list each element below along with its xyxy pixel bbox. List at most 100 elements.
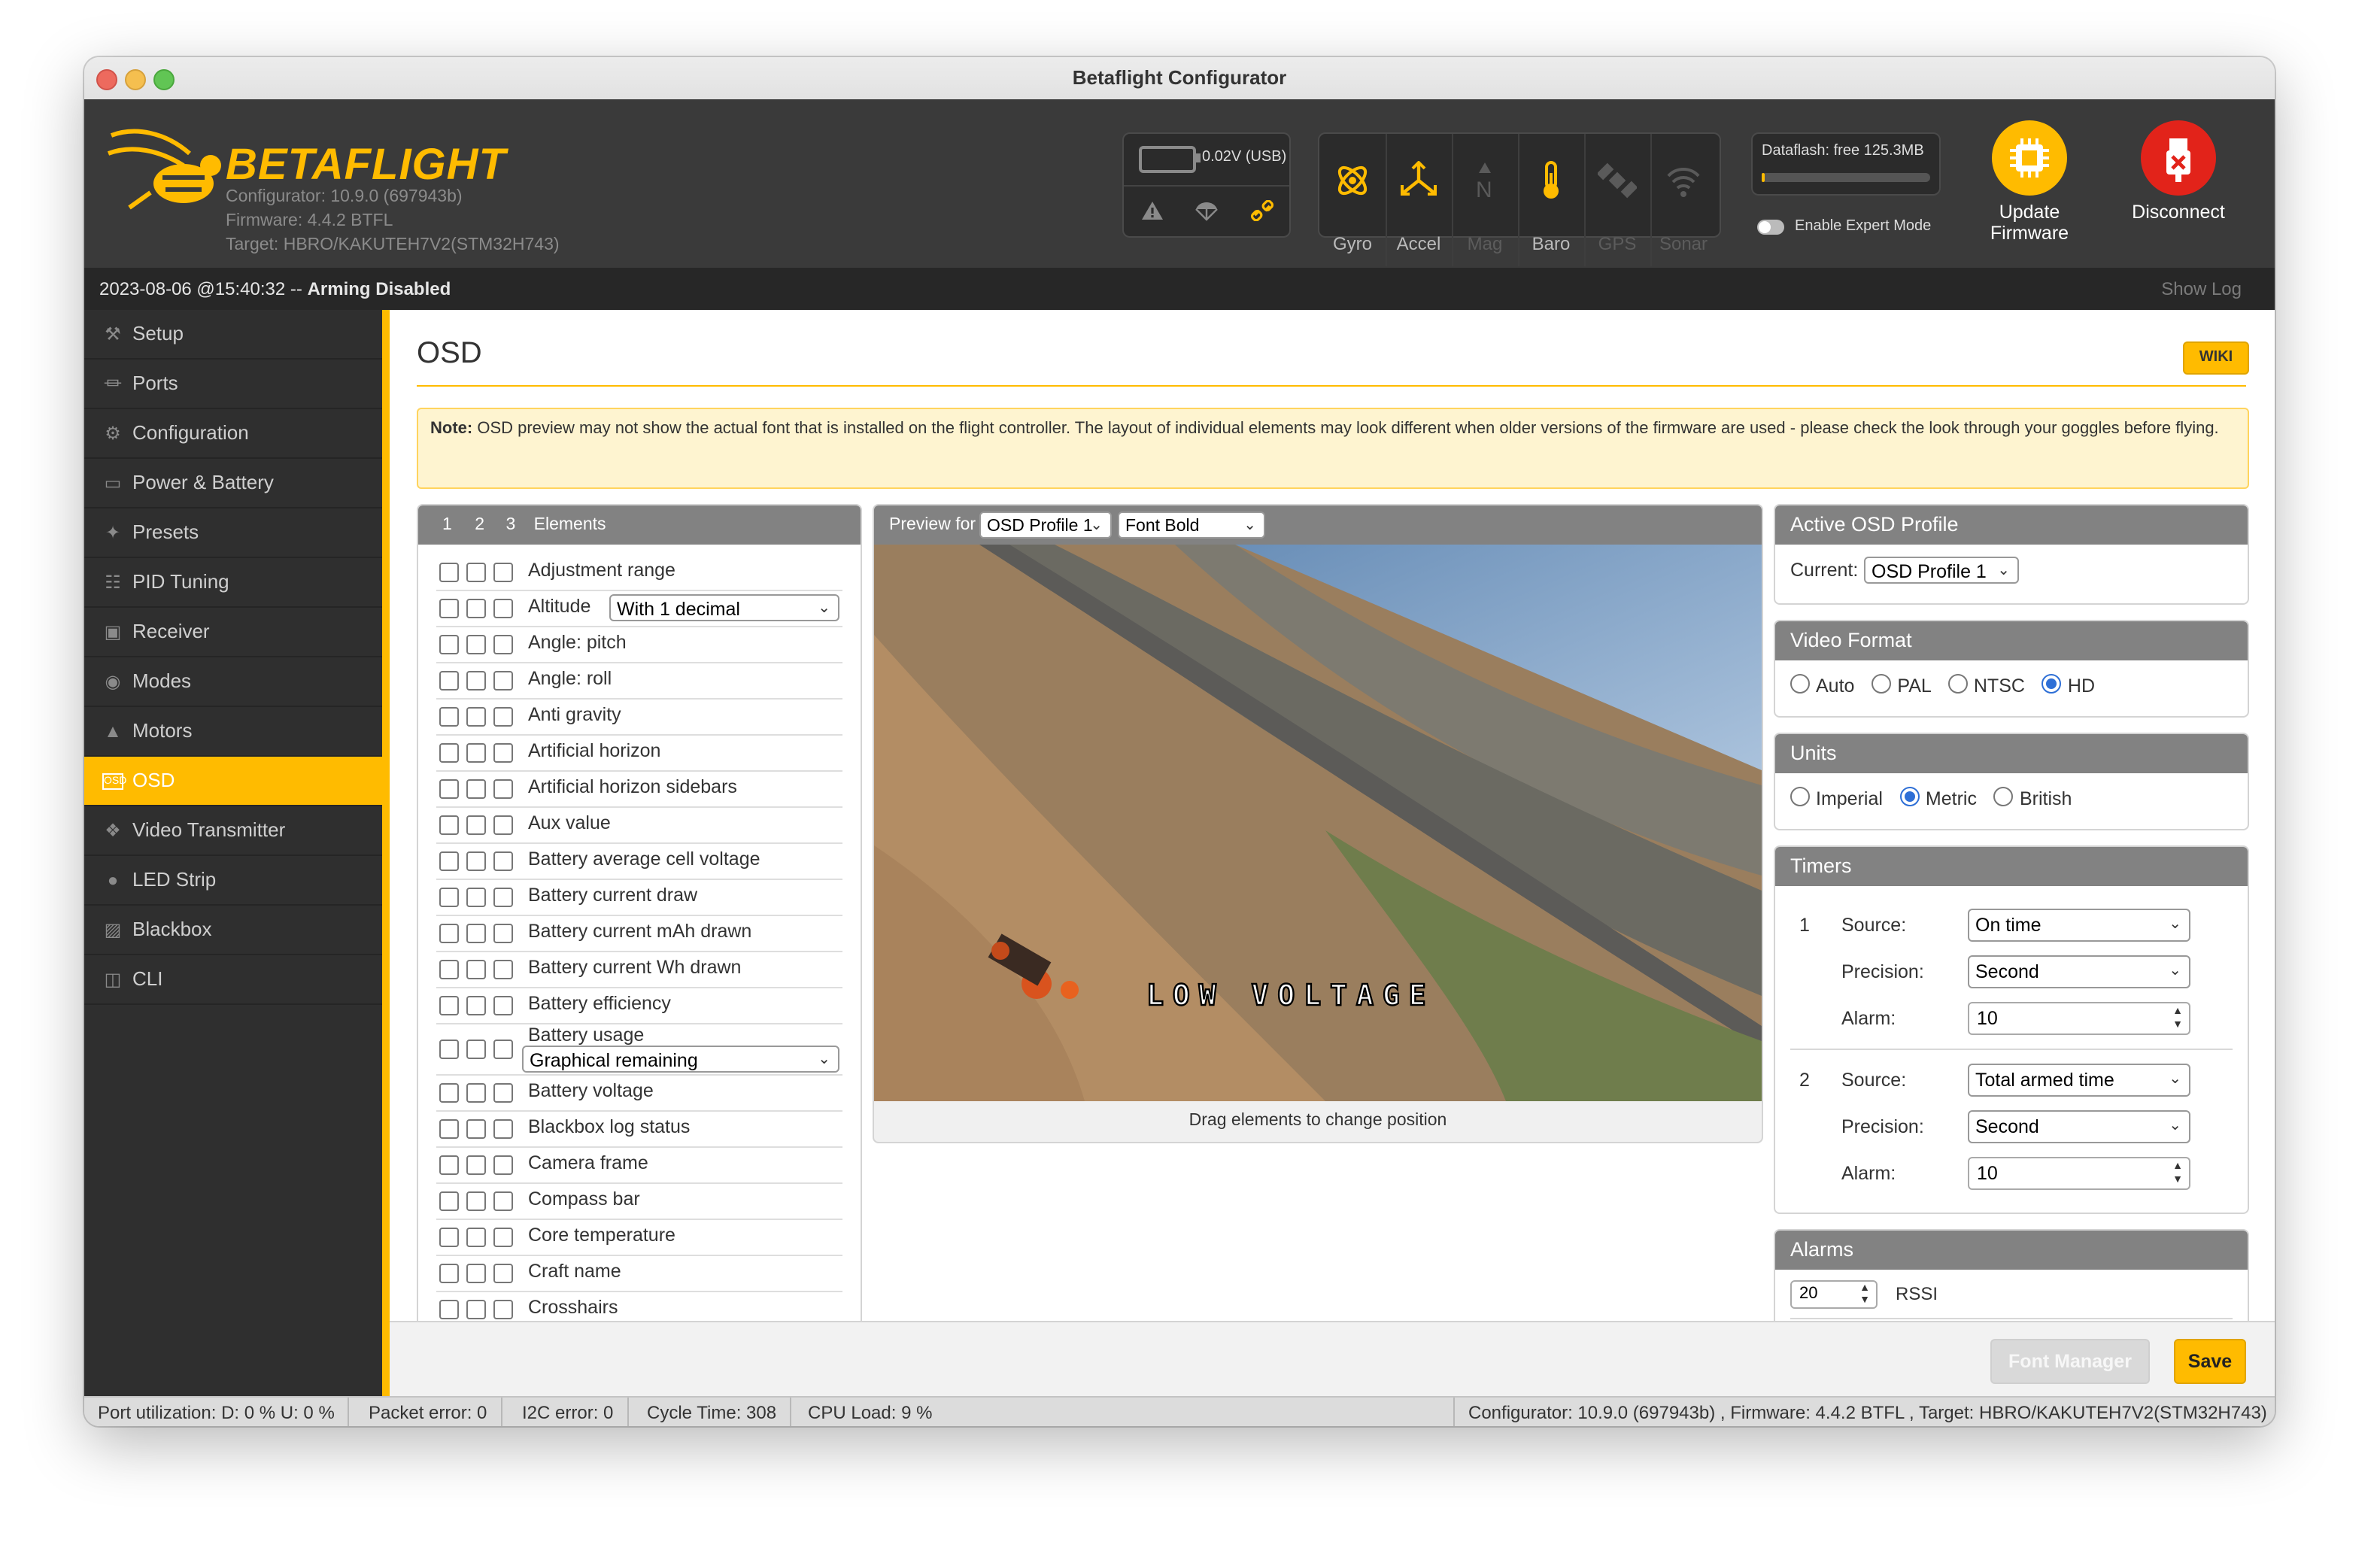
element-profile-1-checkbox[interactable]: [439, 1155, 459, 1175]
element-profile-1-checkbox[interactable]: [439, 563, 459, 582]
minimize-window-button[interactable]: [125, 69, 146, 90]
sidebar-item-setup[interactable]: ⚒ Setup: [84, 310, 382, 360]
element-profile-1-checkbox[interactable]: [439, 815, 459, 835]
sidebar-item-osd[interactable]: OSD OSD: [84, 757, 382, 806]
element-variant-select[interactable]: With 1 decimal ⌄: [609, 594, 839, 621]
element-profile-1-checkbox[interactable]: [439, 960, 459, 979]
sidebar-item-configuration[interactable]: ⚙ Configuration: [84, 409, 382, 459]
units-imperial[interactable]: Imperial: [1790, 787, 1883, 809]
element-profile-3-checkbox[interactable]: [493, 563, 513, 582]
element-profile-3-checkbox[interactable]: [493, 707, 513, 727]
rssi-alarm-input[interactable]: 20 ▲ ▼: [1790, 1280, 1878, 1309]
element-profile-3-checkbox[interactable]: [493, 960, 513, 979]
preview-font-select[interactable]: Font Bold ⌄: [1118, 511, 1265, 539]
active-profile-select[interactable]: OSD Profile 1 ⌄: [1864, 557, 2019, 584]
fpv-preview-image[interactable]: LOW VOLTAGE: [874, 545, 1762, 1101]
element-profile-3-checkbox[interactable]: [493, 743, 513, 763]
save-button[interactable]: Save: [2174, 1339, 2246, 1384]
element-profile-2-checkbox[interactable]: [466, 888, 486, 907]
element-profile-3-checkbox[interactable]: [493, 1155, 513, 1175]
show-log-link[interactable]: Show Log: [2161, 268, 2242, 310]
element-profile-2-checkbox[interactable]: [466, 1155, 486, 1175]
sidebar-item-modes[interactable]: ◉ Modes: [84, 657, 382, 707]
element-profile-1-checkbox[interactable]: [439, 996, 459, 1015]
video-format-pal[interactable]: PAL: [1872, 674, 1931, 697]
element-profile-3-checkbox[interactable]: [493, 1264, 513, 1283]
timer-2-alarm-input[interactable]: 10 ▲ ▼: [1968, 1157, 2190, 1190]
disconnect-button[interactable]: Disconnect: [2124, 120, 2233, 223]
element-profile-1-checkbox[interactable]: [439, 779, 459, 799]
element-profile-3-checkbox[interactable]: [493, 635, 513, 654]
element-profile-3-checkbox[interactable]: [493, 996, 513, 1015]
video-format-hd[interactable]: HD: [2042, 674, 2095, 697]
element-profile-2-checkbox[interactable]: [466, 635, 486, 654]
profile-tab-2[interactable]: 2: [475, 516, 484, 534]
timer-1-alarm-input[interactable]: 10 ▲ ▼: [1968, 1002, 2190, 1035]
element-profile-3-checkbox[interactable]: [493, 1228, 513, 1247]
element-profile-2-checkbox[interactable]: [466, 851, 486, 871]
element-profile-1-checkbox[interactable]: [439, 599, 459, 618]
element-profile-1-checkbox[interactable]: [439, 1228, 459, 1247]
element-profile-1-checkbox[interactable]: [439, 924, 459, 943]
element-profile-1-checkbox[interactable]: [439, 1191, 459, 1211]
element-profile-2-checkbox[interactable]: [466, 707, 486, 727]
element-profile-3-checkbox[interactable]: [493, 888, 513, 907]
sidebar-item-power-battery[interactable]: ▭ Power & Battery: [84, 459, 382, 508]
element-profile-2-checkbox[interactable]: [466, 960, 486, 979]
sidebar-item-video-transmitter[interactable]: ❖ Video Transmitter: [84, 806, 382, 856]
sidebar-item-cli[interactable]: ◫ CLI: [84, 955, 382, 1005]
close-window-button[interactable]: [96, 69, 117, 90]
timer-1-source-select[interactable]: On time ⌄: [1968, 909, 2190, 942]
element-profile-3-checkbox[interactable]: [493, 924, 513, 943]
element-profile-1-checkbox[interactable]: [439, 743, 459, 763]
element-profile-2-checkbox[interactable]: [466, 779, 486, 799]
element-profile-1-checkbox[interactable]: [439, 1119, 459, 1139]
profile-tab-1[interactable]: 1: [442, 516, 452, 534]
element-profile-2-checkbox[interactable]: [466, 1040, 486, 1059]
update-firmware-button[interactable]: Update Firmware: [1977, 120, 2082, 244]
element-profile-3-checkbox[interactable]: [493, 599, 513, 618]
element-profile-3-checkbox[interactable]: [493, 1040, 513, 1059]
sidebar-item-led-strip[interactable]: ● LED Strip: [84, 856, 382, 906]
sidebar-item-ports[interactable]: ⏛ Ports: [84, 360, 382, 409]
element-profile-2-checkbox[interactable]: [466, 599, 486, 618]
timer-1-precision-select[interactable]: Second ⌄: [1968, 955, 2190, 988]
element-profile-2-checkbox[interactable]: [466, 1119, 486, 1139]
element-profile-2-checkbox[interactable]: [466, 1228, 486, 1247]
element-profile-3-checkbox[interactable]: [493, 815, 513, 835]
video-format-auto[interactable]: Auto: [1790, 674, 1854, 697]
element-profile-1-checkbox[interactable]: [439, 1083, 459, 1103]
profile-tab-3[interactable]: 3: [505, 516, 515, 534]
element-profile-1-checkbox[interactable]: [439, 888, 459, 907]
element-profile-3-checkbox[interactable]: [493, 1191, 513, 1211]
expert-mode-toggle[interactable]: [1757, 220, 1784, 235]
units-british[interactable]: British: [1993, 787, 2072, 809]
sidebar-item-pid-tuning[interactable]: ☷ PID Tuning: [84, 558, 382, 608]
element-profile-3-checkbox[interactable]: [493, 779, 513, 799]
element-profile-2-checkbox[interactable]: [466, 563, 486, 582]
units-metric[interactable]: Metric: [1899, 787, 1977, 809]
element-profile-3-checkbox[interactable]: [493, 851, 513, 871]
element-profile-2-checkbox[interactable]: [466, 1083, 486, 1103]
element-profile-1-checkbox[interactable]: [439, 635, 459, 654]
element-profile-2-checkbox[interactable]: [466, 815, 486, 835]
element-profile-1-checkbox[interactable]: [439, 707, 459, 727]
timer-2-source-select[interactable]: Total armed time ⌄: [1968, 1064, 2190, 1097]
element-profile-1-checkbox[interactable]: [439, 671, 459, 691]
preview-profile-select[interactable]: OSD Profile 1 ⌄: [979, 511, 1112, 539]
sidebar-item-receiver[interactable]: ▣ Receiver: [84, 608, 382, 657]
element-profile-1-checkbox[interactable]: [439, 1040, 459, 1059]
zoom-window-button[interactable]: [153, 69, 175, 90]
sidebar-item-presets[interactable]: ✦ Presets: [84, 508, 382, 558]
element-profile-3-checkbox[interactable]: [493, 1300, 513, 1319]
element-profile-2-checkbox[interactable]: [466, 996, 486, 1015]
element-profile-2-checkbox[interactable]: [466, 924, 486, 943]
element-profile-3-checkbox[interactable]: [493, 671, 513, 691]
element-profile-1-checkbox[interactable]: [439, 1300, 459, 1319]
font-manager-button[interactable]: Font Manager: [1990, 1339, 2150, 1384]
sidebar-item-motors[interactable]: ▲ Motors: [84, 707, 382, 757]
element-profile-2-checkbox[interactable]: [466, 1264, 486, 1283]
video-format-ntsc[interactable]: NTSC: [1947, 674, 2025, 697]
element-profile-2-checkbox[interactable]: [466, 1191, 486, 1211]
element-profile-2-checkbox[interactable]: [466, 743, 486, 763]
